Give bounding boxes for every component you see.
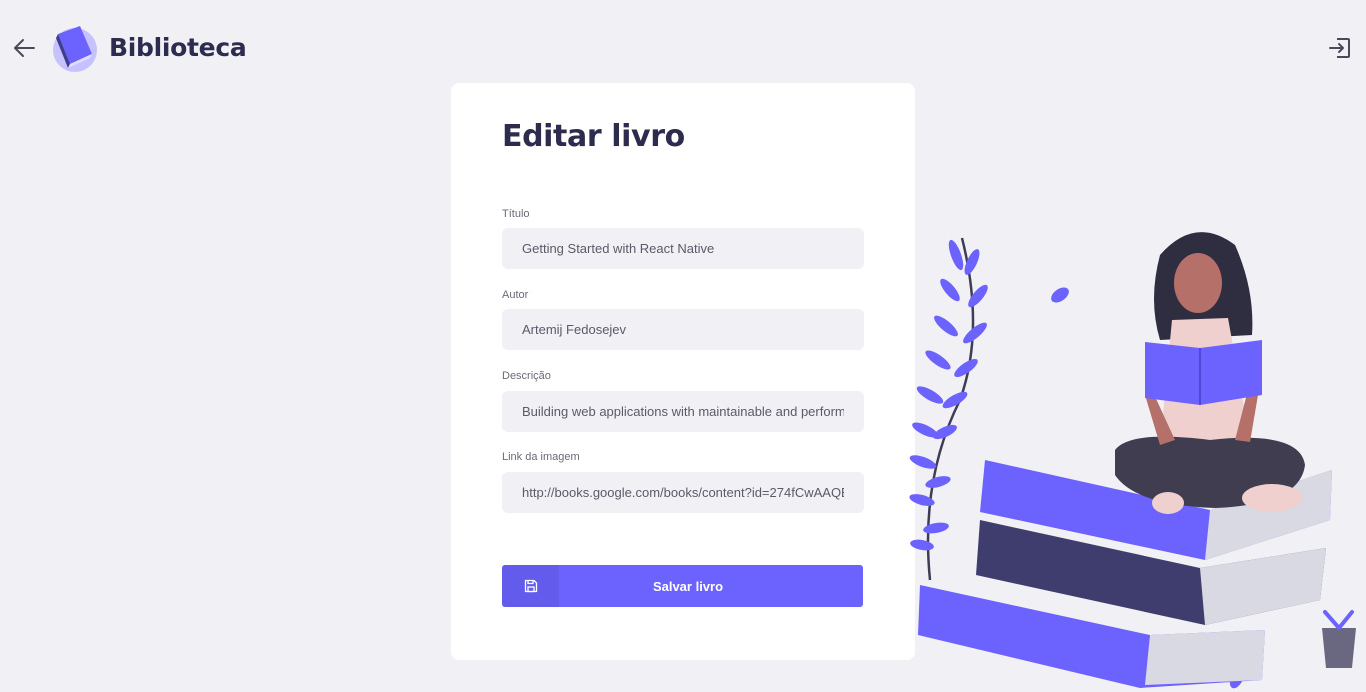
reading-woman-illustration bbox=[909, 232, 1356, 689]
arrow-left-icon bbox=[14, 39, 35, 57]
description-label: Descrição bbox=[502, 370, 551, 382]
title-input[interactable] bbox=[502, 228, 864, 269]
save-icon-wrap bbox=[502, 565, 559, 607]
page-title: Editar livro bbox=[502, 119, 685, 154]
image-link-label: Link da imagem bbox=[502, 451, 580, 463]
back-button[interactable] bbox=[11, 35, 37, 61]
book-logo-icon bbox=[53, 26, 97, 72]
author-input[interactable] bbox=[502, 309, 864, 350]
author-label: Autor bbox=[502, 289, 529, 301]
logout-button[interactable] bbox=[1326, 34, 1354, 62]
app-title: Biblioteca bbox=[109, 33, 247, 62]
image-link-input[interactable] bbox=[502, 472, 864, 513]
description-input[interactable] bbox=[502, 391, 864, 432]
title-label: Título bbox=[502, 208, 530, 220]
save-button-label: Salvar livro bbox=[652, 578, 724, 594]
edit-book-card: Editar livro Título Autor Descrição Link… bbox=[451, 83, 915, 660]
save-book-button[interactable]: Salvar livro bbox=[502, 565, 863, 607]
sign-out-icon bbox=[1329, 38, 1350, 58]
floppy-disk-icon bbox=[524, 579, 537, 593]
